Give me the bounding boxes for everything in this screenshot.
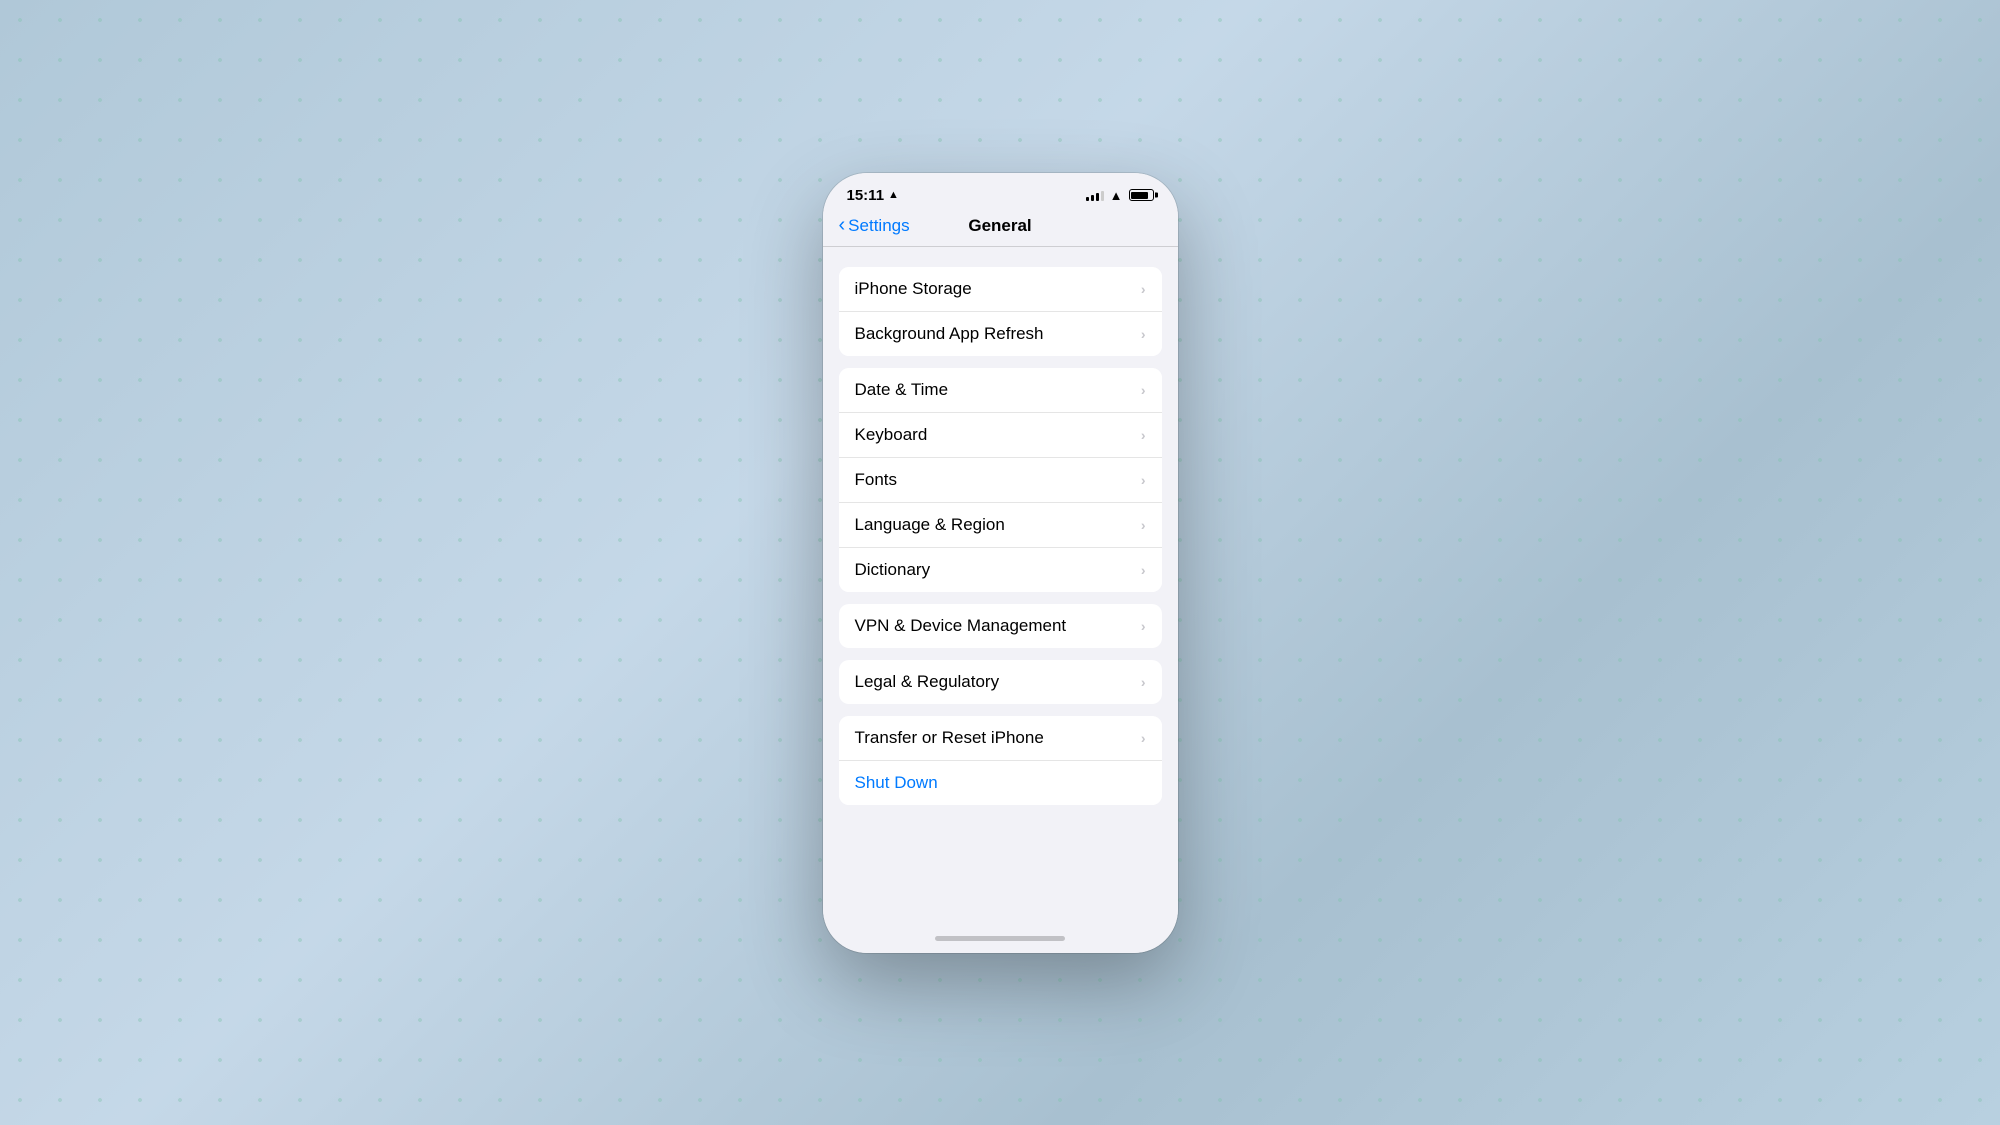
datetime-section: Date & Time › Keyboard › Fonts › Languag…: [839, 368, 1162, 592]
date-time-chevron-icon: ›: [1141, 382, 1146, 398]
signal-bar-4: [1101, 191, 1104, 201]
vpn-section: VPN & Device Management ›: [839, 604, 1162, 648]
status-icons: ▲: [1086, 188, 1154, 203]
location-icon: ▲: [888, 189, 899, 201]
back-button[interactable]: ‹ Settings: [839, 216, 910, 236]
nav-bar: ‹ Settings General: [823, 212, 1178, 247]
transfer-section: Transfer or Reset iPhone › Shut Down: [839, 716, 1162, 805]
date-time-row[interactable]: Date & Time ›: [839, 368, 1162, 413]
signal-bar-3: [1096, 193, 1099, 201]
keyboard-row[interactable]: Keyboard ›: [839, 413, 1162, 458]
legal-section: Legal & Regulatory ›: [839, 660, 1162, 704]
shut-down-label: Shut Down: [855, 773, 1146, 793]
vpn-device-mgmt-row[interactable]: VPN & Device Management ›: [839, 604, 1162, 648]
transfer-reset-chevron-icon: ›: [1141, 730, 1146, 746]
home-bar: [935, 936, 1065, 941]
keyboard-chevron-icon: ›: [1141, 427, 1146, 443]
legal-regulatory-chevron-icon: ›: [1141, 674, 1146, 690]
transfer-reset-label: Transfer or Reset iPhone: [855, 728, 1133, 748]
background-app-refresh-chevron-icon: ›: [1141, 326, 1146, 342]
legal-regulatory-label: Legal & Regulatory: [855, 672, 1133, 692]
time-display: 15:11: [847, 187, 885, 204]
background-app-refresh-label: Background App Refresh: [855, 324, 1133, 344]
dictionary-chevron-icon: ›: [1141, 562, 1146, 578]
legal-regulatory-row[interactable]: Legal & Regulatory ›: [839, 660, 1162, 704]
vpn-device-mgmt-chevron-icon: ›: [1141, 618, 1146, 634]
language-region-chevron-icon: ›: [1141, 517, 1146, 533]
back-chevron-icon: ‹: [839, 215, 846, 235]
language-region-label: Language & Region: [855, 515, 1133, 535]
dictionary-label: Dictionary: [855, 560, 1133, 580]
shut-down-row[interactable]: Shut Down: [839, 761, 1162, 805]
date-time-label: Date & Time: [855, 380, 1133, 400]
status-time: 15:11 ▲: [847, 187, 899, 204]
iphone-storage-row[interactable]: iPhone Storage ›: [839, 267, 1162, 312]
wifi-icon: ▲: [1110, 188, 1123, 203]
background-app-refresh-row[interactable]: Background App Refresh ›: [839, 312, 1162, 356]
keyboard-label: Keyboard: [855, 425, 1133, 445]
transfer-reset-row[interactable]: Transfer or Reset iPhone ›: [839, 716, 1162, 761]
iphone-storage-label: iPhone Storage: [855, 279, 1133, 299]
fonts-row[interactable]: Fonts ›: [839, 458, 1162, 503]
fonts-label: Fonts: [855, 470, 1133, 490]
battery-fill: [1131, 192, 1148, 199]
fonts-chevron-icon: ›: [1141, 472, 1146, 488]
page-title: General: [968, 216, 1031, 236]
signal-bars-icon: [1086, 189, 1104, 201]
iphone-storage-chevron-icon: ›: [1141, 281, 1146, 297]
vpn-device-mgmt-label: VPN & Device Management: [855, 616, 1133, 636]
settings-content: iPhone Storage › Background App Refresh …: [823, 247, 1178, 928]
home-indicator: [823, 928, 1178, 953]
dictionary-row[interactable]: Dictionary ›: [839, 548, 1162, 592]
storage-section: iPhone Storage › Background App Refresh …: [839, 267, 1162, 356]
back-label: Settings: [848, 216, 909, 236]
language-region-row[interactable]: Language & Region ›: [839, 503, 1162, 548]
signal-bar-2: [1091, 195, 1094, 201]
battery-icon: [1129, 189, 1154, 201]
status-bar: 15:11 ▲ ▲: [823, 173, 1178, 212]
signal-bar-1: [1086, 197, 1089, 201]
phone-frame: 15:11 ▲ ▲ ‹ Settings General: [823, 173, 1178, 953]
